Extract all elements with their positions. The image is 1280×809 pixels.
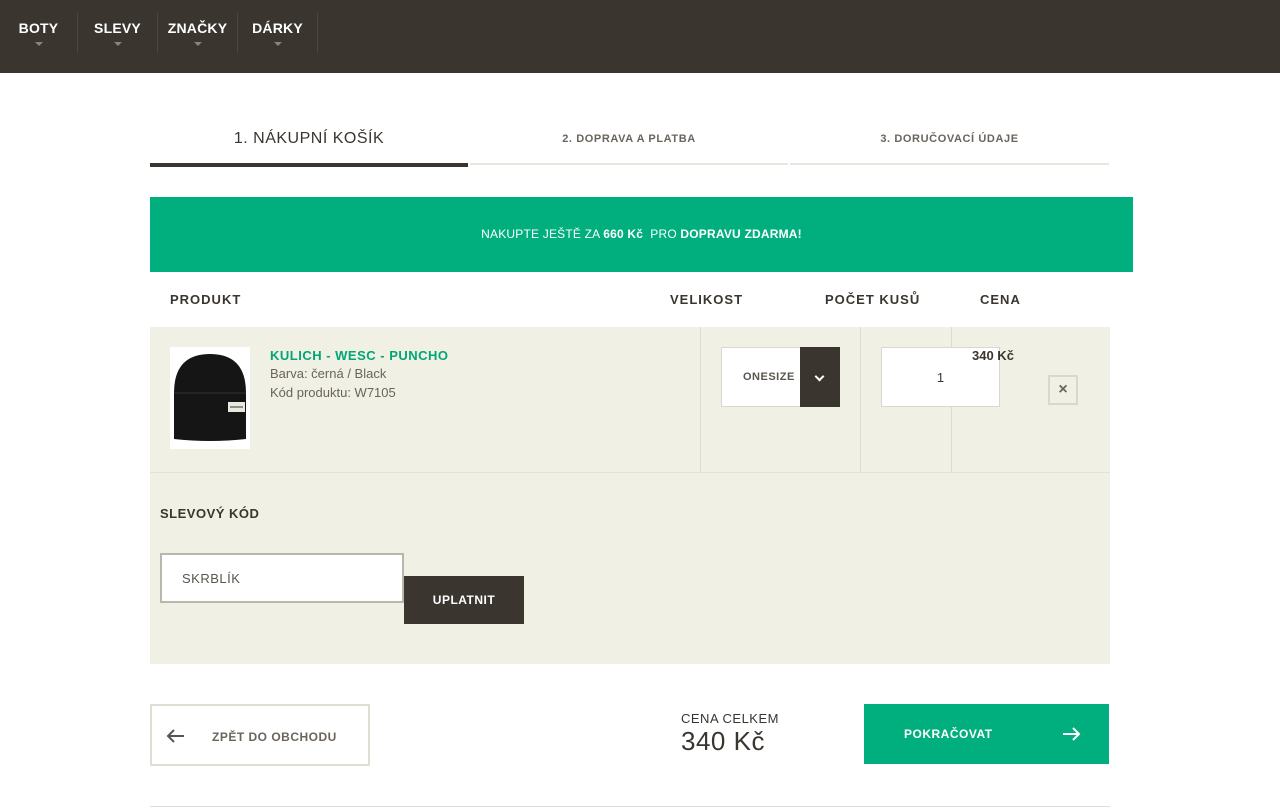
cart-item-row: KULICH - WESC - PUNCHO Barva: černá / Bl… (150, 327, 1110, 473)
header-product: PRODUKT (170, 292, 242, 307)
promo-middle: PRO (650, 227, 677, 241)
continue-button[interactable]: POKRAČOVAT (864, 704, 1109, 764)
nav-item-darky[interactable]: DÁRKY (238, 13, 318, 53)
step-label: 2. DOPRAVA A PLATBA (562, 133, 696, 145)
caret-down-icon (273, 42, 282, 46)
nav-item-label: DÁRKY (252, 20, 303, 36)
remove-item-button[interactable]: × (1048, 375, 1078, 405)
nav-item-label: BOTY (18, 20, 59, 36)
step-indicator-active (150, 163, 468, 167)
header-size: VELIKOST (670, 292, 744, 307)
free-shipping-banner: NAKUPTE JEŠTĚ ZA 660 Kč PRO DOPRAVU ZDAR… (150, 197, 1133, 272)
size-select-value: ONESIZE (743, 371, 795, 383)
discount-title: SLEVOVÝ KÓD (160, 506, 260, 521)
step-label: 3. DORUČOVACÍ ÚDAJE (880, 133, 1019, 145)
arrow-right-icon (1063, 727, 1081, 741)
product-color: Barva: černá / Black (270, 366, 387, 381)
divider (150, 806, 1110, 807)
back-to-shop-button[interactable]: ZPĚT DO OBCHODU (150, 704, 370, 766)
arrow-left-icon (166, 729, 184, 743)
header-quantity: POČET KUSŮ (825, 292, 921, 307)
discount-code-section: SLEVOVÝ KÓD UPLATNIT (150, 473, 1110, 664)
beanie-icon (174, 354, 246, 441)
column-divider (700, 327, 701, 473)
apply-discount-label: UPLATNIT (432, 593, 496, 607)
product-name-link[interactable]: KULICH - WESC - PUNCHO (270, 348, 449, 363)
back-to-shop-label: ZPĚT DO OBCHODU (212, 730, 337, 744)
header-price: CENA (980, 292, 1021, 307)
total-label: CENA CELKEM (681, 711, 779, 726)
nav-item-label: SLEVY (94, 20, 141, 36)
discount-code-input[interactable] (160, 553, 404, 603)
nav-item-boty[interactable]: BOTY (0, 13, 78, 53)
step-label: 1. NÁKUPNÍ KOŠÍK (233, 130, 385, 147)
top-navigation: BOTY SLEVY ZNAČKY DÁRKY (0, 0, 1280, 73)
continue-label: POKRAČOVAT (904, 727, 993, 741)
product-code: Kód produktu: W7105 (270, 385, 396, 400)
size-select[interactable]: ONESIZE (721, 347, 840, 407)
step-delivery-details[interactable]: 3. DORUČOVACÍ ÚDAJE (790, 120, 1109, 165)
step-shipping-payment[interactable]: 2. DOPRAVA A PLATBA (470, 120, 788, 165)
promo-prefix: NAKUPTE JEŠTĚ ZA (481, 227, 600, 241)
column-divider (860, 327, 861, 473)
close-icon: × (1058, 381, 1068, 398)
product-image[interactable] (170, 347, 250, 449)
nav-item-znacky[interactable]: ZNAČKY (158, 13, 238, 53)
caret-down-icon (193, 42, 202, 46)
caret-down-icon (113, 42, 122, 46)
size-select-toggle[interactable] (800, 347, 840, 407)
nav-item-label: ZNAČKY (167, 20, 228, 36)
caret-down-icon (34, 42, 43, 46)
nav-item-slevy[interactable]: SLEVY (78, 13, 158, 53)
promo-amount: 660 Kč (603, 227, 644, 241)
step-cart[interactable]: 1. NÁKUPNÍ KOŠÍK (150, 120, 468, 167)
step-indicator (470, 163, 788, 165)
chevron-down-icon (814, 371, 825, 382)
item-price: 340 Kč (972, 348, 1014, 363)
apply-discount-button[interactable]: UPLATNIT (404, 576, 524, 624)
step-indicator (790, 163, 1109, 165)
total-value: 340 Kč (681, 726, 765, 756)
promo-highlight: DOPRAVU ZDARMA! (680, 227, 802, 241)
